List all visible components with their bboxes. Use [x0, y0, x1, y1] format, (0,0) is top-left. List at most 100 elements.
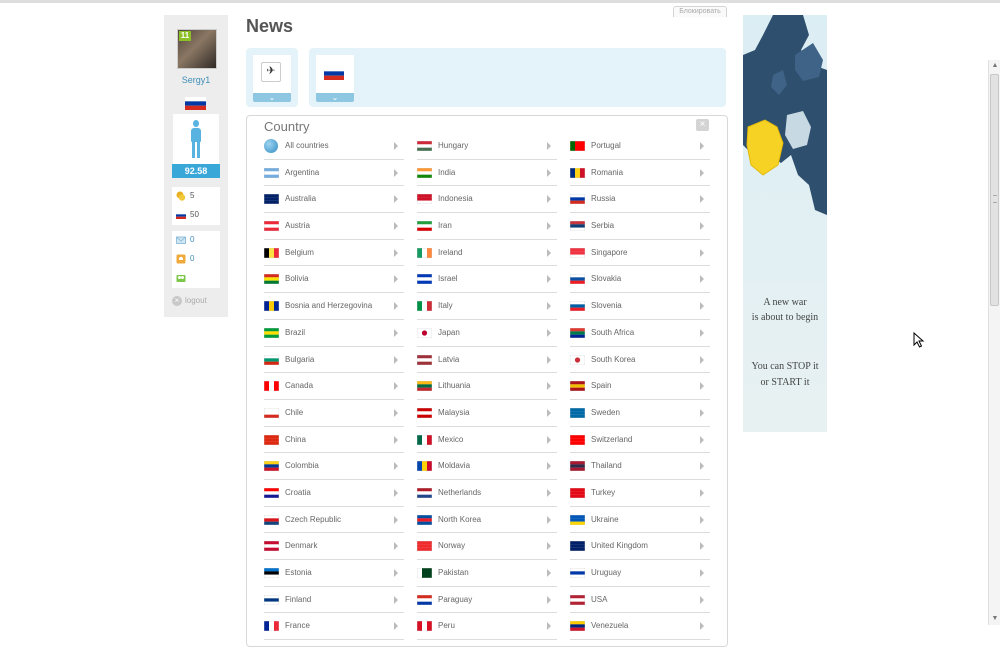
block-tab[interactable]: Блокировать	[673, 6, 727, 17]
messages-row[interactable]: 0	[172, 231, 220, 250]
chevron-right-icon	[700, 328, 704, 337]
avatar[interactable]: 11	[177, 29, 217, 69]
country-item[interactable]: Russia	[570, 187, 710, 214]
country-item[interactable]: Serbia	[570, 214, 710, 240]
country-item[interactable]: Czech Republic	[264, 508, 404, 534]
country-item[interactable]: Singapore	[570, 241, 710, 267]
chevron-right-icon	[547, 142, 551, 150]
country-item[interactable]: Malaysia	[417, 401, 557, 427]
country-item[interactable]: Turkey	[570, 481, 710, 507]
chevron-right-icon	[700, 435, 704, 444]
country-column-1: All countries Argentina Australia Austria Be…	[264, 134, 404, 641]
country-item[interactable]: Indonesia	[417, 187, 557, 214]
flag-icon	[570, 194, 585, 205]
country-filter-dropdown[interactable]: ⌄	[316, 93, 354, 102]
country-item[interactable]: Paraguay	[417, 588, 557, 614]
country-item[interactable]: North Korea	[417, 508, 557, 534]
chevron-right-icon	[547, 488, 551, 497]
country-item[interactable]: Slovenia	[570, 294, 710, 320]
country-item[interactable]: Switzerland	[570, 428, 710, 454]
country-item[interactable]: Lithuania	[417, 374, 557, 400]
country-item[interactable]: Slovakia	[570, 267, 710, 294]
country-item[interactable]: France	[264, 614, 404, 641]
country-item[interactable]: Belgium	[264, 241, 404, 267]
country-item[interactable]: Ukraine	[570, 508, 710, 534]
country-item[interactable]: Venezuela	[570, 614, 710, 641]
country-name: Ireland	[438, 247, 463, 257]
country-item[interactable]: All countries	[264, 134, 404, 160]
country-item[interactable]: Canada	[264, 374, 404, 400]
country-item[interactable]: Finland	[264, 588, 404, 614]
country-item[interactable]: Argentina	[264, 161, 404, 187]
alerts-row[interactable]: 0	[172, 250, 220, 269]
country-item[interactable]: Pakistan	[417, 561, 557, 587]
country-item[interactable]: China	[264, 428, 404, 454]
logout-link[interactable]: × logout	[172, 296, 207, 306]
page-scrollbar[interactable]: ▲ ▼	[988, 60, 1000, 625]
country-item[interactable]: Iran	[417, 214, 557, 240]
country-item[interactable]: United Kingdom	[570, 534, 710, 560]
unit-filter-dropdown[interactable]: ⌄	[253, 93, 291, 102]
country-item[interactable]: South Africa	[570, 321, 710, 347]
scroll-thumb[interactable]	[990, 74, 999, 306]
country-item[interactable]: Sweden	[570, 401, 710, 427]
country-item[interactable]: Israel	[417, 267, 557, 294]
country-item[interactable]: Norway	[417, 534, 557, 560]
scroll-up-icon[interactable]: ▲	[991, 62, 999, 70]
country-item[interactable]: Moldavia	[417, 454, 557, 480]
coins-icon	[176, 191, 186, 201]
flag-icon	[417, 274, 432, 285]
scroll-down-icon[interactable]: ▼	[991, 615, 999, 623]
chevron-right-icon	[547, 275, 551, 284]
selected-country-flag	[324, 67, 344, 80]
country-item[interactable]: Hungary	[417, 134, 557, 160]
country-item[interactable]: Japan	[417, 321, 557, 347]
country-item[interactable]: Thailand	[570, 454, 710, 480]
country-item[interactable]: Chile	[264, 401, 404, 427]
unit-filter-card[interactable]: ✈	[253, 55, 291, 95]
country-item[interactable]: Peru	[417, 614, 557, 641]
country-item[interactable]: Spain	[570, 374, 710, 400]
logout-icon: ×	[172, 296, 182, 306]
country-filter-card[interactable]	[316, 55, 354, 95]
country-item[interactable]: Australia	[264, 187, 404, 214]
country-name: Switzerland	[591, 434, 633, 444]
flag-icon	[570, 301, 585, 312]
country-item[interactable]: Colombia	[264, 454, 404, 480]
country-name: Bosnia and Herzegovina	[285, 301, 373, 311]
country-item[interactable]: Bolivia	[264, 267, 404, 294]
country-item[interactable]: Latvia	[417, 348, 557, 374]
country-item[interactable]: India	[417, 161, 557, 187]
country-item[interactable]: Romania	[570, 161, 710, 187]
country-item[interactable]: Estonia	[264, 561, 404, 587]
chevron-right-icon	[394, 222, 398, 231]
country-item[interactable]: Netherlands	[417, 481, 557, 507]
country-item[interactable]: Austria	[264, 214, 404, 240]
username-link[interactable]: Sergy1	[164, 75, 228, 85]
close-icon[interactable]: ×	[696, 119, 709, 131]
friends-row[interactable]	[172, 269, 220, 288]
country-name: Ukraine	[591, 514, 619, 524]
country-item[interactable]: Brazil	[264, 321, 404, 347]
chevron-right-icon	[700, 142, 704, 150]
country-item[interactable]: Bulgaria	[264, 348, 404, 374]
country-item[interactable]: South Korea	[570, 348, 710, 374]
country-dropdown: Country × All countries Argentina Australi…	[246, 115, 728, 647]
flag-icon	[417, 541, 432, 552]
body-figure-box[interactable]	[173, 114, 219, 164]
country-item[interactable]: Bosnia and Herzegovina	[264, 294, 404, 320]
flag-icon	[570, 487, 585, 498]
country-item[interactable]: Croatia	[264, 481, 404, 507]
flag-icon	[417, 514, 432, 525]
ad-banner[interactable]: A new war is about to begin You can STOP…	[743, 15, 827, 432]
country-name: USA	[591, 594, 608, 604]
flag-icon	[570, 381, 585, 392]
country-item[interactable]: Portugal	[570, 134, 710, 160]
country-item[interactable]: USA	[570, 588, 710, 614]
country-item[interactable]: Uruguay	[570, 561, 710, 587]
country-item[interactable]: Ireland	[417, 241, 557, 267]
country-item[interactable]: Denmark	[264, 534, 404, 560]
country-item[interactable]: Italy	[417, 294, 557, 320]
chevron-right-icon	[394, 435, 398, 444]
country-item[interactable]: Mexico	[417, 428, 557, 454]
